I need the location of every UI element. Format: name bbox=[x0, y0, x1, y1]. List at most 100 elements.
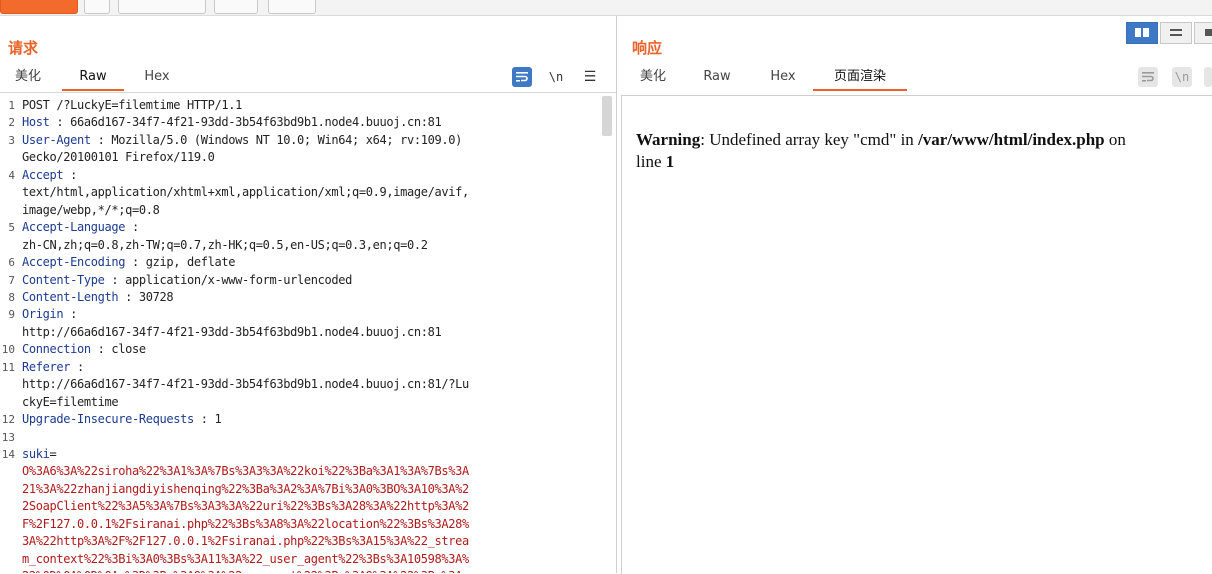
header-name: Connection bbox=[22, 342, 91, 357]
tab-response-pretty[interactable]: 美化 bbox=[629, 65, 677, 89]
response-menu-icon[interactable] bbox=[1204, 67, 1212, 87]
layout-stacked-button[interactable] bbox=[1160, 22, 1192, 44]
request-line: 2SoapClient%22%3A5%3A%7Bs%3A3%3A%22uri%2… bbox=[22, 499, 469, 514]
request-line: suki= bbox=[22, 447, 57, 461]
request-line: http://66a6d167-34f7-4f21-93dd-3b54f63bd… bbox=[22, 324, 442, 339]
newline-icon[interactable]: \n bbox=[546, 67, 566, 87]
header-value: : bbox=[63, 167, 77, 182]
line-number: 2 bbox=[8, 116, 15, 130]
request-editor[interactable]: 1 POST /?LuckyE=filemtime HTTP/1.1 2 Host :… bbox=[0, 95, 616, 573]
request-line: Content-Length : 30728 bbox=[22, 289, 174, 304]
tab-request-raw[interactable]: Raw bbox=[62, 65, 124, 91]
request-line: text/html,application/xhtml+xml,applicat… bbox=[22, 185, 469, 200]
request-line: 3A%22http%3A%2F%2F127.0.0.1%2Fsiranai.ph… bbox=[22, 534, 469, 549]
header-value: : gzip, deflate bbox=[125, 255, 236, 270]
header-name: Upgrade-Insecure-Requests bbox=[22, 412, 194, 427]
settings-button[interactable] bbox=[84, 0, 110, 14]
warning-line-word: line bbox=[636, 152, 666, 171]
request-line: User-Agent : Mozilla/5.0 (Windows NT 10.… bbox=[22, 133, 462, 147]
header-value: : 30728 bbox=[118, 289, 174, 304]
header-value: : application/x-www-form-urlencoded bbox=[104, 272, 352, 287]
header-name: Accept-Encoding bbox=[22, 255, 126, 270]
response-wrap-icon[interactable] bbox=[1138, 67, 1158, 87]
line-number: 8 bbox=[8, 290, 15, 304]
request-line: F%2F127.0.0.1%2Fsiranai.php%22%3Bs%3A8%3… bbox=[22, 516, 469, 531]
line-number: 1 bbox=[8, 99, 15, 112]
tab-response-render[interactable]: 页面渲染 bbox=[813, 65, 907, 91]
layout-split-button[interactable] bbox=[1126, 22, 1158, 44]
header-name: suki bbox=[22, 447, 50, 461]
wrap-lines-icon[interactable] bbox=[512, 67, 532, 87]
request-line: Accept : bbox=[22, 168, 77, 182]
next-button[interactable] bbox=[214, 0, 258, 14]
pane-divider[interactable] bbox=[616, 16, 617, 573]
header-name: Origin bbox=[22, 307, 64, 322]
request-title: 请求 bbox=[8, 39, 39, 57]
request-line: ckyE=filemtime bbox=[22, 394, 119, 409]
top-toolbar bbox=[0, 0, 1212, 16]
request-scrollbar[interactable] bbox=[602, 96, 612, 136]
request-line: m_context%22%3Bi%3A0%3Bs%3A11%3A%22_user… bbox=[22, 551, 469, 566]
line-number: 13 bbox=[1, 430, 15, 444]
history-button[interactable] bbox=[268, 0, 316, 14]
line-number: 6 bbox=[8, 256, 15, 270]
header-value: : bbox=[70, 359, 84, 374]
request-line: Host : 66a6d167-34f7-4f21-93dd-3b54f63bd… bbox=[22, 115, 442, 130]
request-line: zh-CN,zh;q=0.8,zh-TW;q=0.7,zh-HK;q=0.5,e… bbox=[22, 237, 428, 252]
header-value: : bbox=[63, 307, 77, 322]
header-name: Host bbox=[22, 115, 50, 130]
header-value: : 66a6d167-34f7-4f21-93dd-3b54f63bd9b1.n… bbox=[49, 115, 442, 130]
header-name: Referer bbox=[22, 359, 71, 374]
request-tab-divider bbox=[0, 92, 616, 93]
header-name: Accept-Language bbox=[22, 220, 126, 235]
warning-label: Warning bbox=[636, 130, 701, 149]
request-line: 22%0D%0A%0D%0Aa%3D%3Bs%3A9%3A%22_s_agent… bbox=[22, 569, 462, 573]
request-line: Gecko/20100101 Firefox/119.0 bbox=[22, 150, 215, 165]
header-name: User-Agent bbox=[22, 132, 91, 147]
warning-on: on bbox=[1104, 130, 1126, 149]
line-number: 3 bbox=[8, 133, 15, 147]
line-number: 5 bbox=[8, 221, 15, 235]
tab-response-raw[interactable]: Raw bbox=[693, 65, 741, 89]
header-name: Content-Type bbox=[22, 272, 105, 287]
header-name: Accept bbox=[22, 167, 64, 182]
warning-line-number: 1 bbox=[665, 152, 675, 171]
request-line: Accept-Encoding : gzip, deflate bbox=[22, 255, 235, 269]
tab-request-pretty[interactable]: 美化 bbox=[4, 65, 52, 89]
line-number: 9 bbox=[8, 308, 15, 322]
layout-single-button[interactable] bbox=[1194, 22, 1212, 44]
header-value: : 1 bbox=[193, 412, 222, 427]
php-warning-text: Warning: Undefined array key "cmd" in /v… bbox=[636, 129, 1212, 173]
request-line: image/webp,*/*;q=0.8 bbox=[22, 202, 160, 217]
menu-icon[interactable]: ☰ bbox=[580, 67, 600, 87]
line-gutter bbox=[0, 95, 18, 573]
request-line: Upgrade-Insecure-Requests : 1 bbox=[22, 412, 222, 427]
warning-path: /var/www/html/index.php bbox=[918, 130, 1105, 149]
request-line: Origin : bbox=[22, 307, 77, 321]
request-line: http://66a6d167-34f7-4f21-93dd-3b54f63bd… bbox=[22, 377, 469, 392]
response-title: 响应 bbox=[632, 39, 663, 57]
request-line: 21%3A%22zhanjiangdiyishenqing%22%3Ba%3A2… bbox=[22, 481, 469, 496]
line-number: 14 bbox=[1, 448, 15, 461]
line-number: 12 bbox=[1, 413, 15, 427]
tab-request-hex[interactable]: Hex bbox=[130, 65, 184, 89]
header-value: = bbox=[49, 447, 57, 461]
warning-message: : Undefined array key "cmd" in bbox=[700, 130, 919, 149]
header-name: Content-Length bbox=[22, 289, 119, 304]
request-line: Referer : bbox=[22, 360, 84, 374]
header-value: : close bbox=[90, 342, 146, 357]
response-tabs: 美化 Raw Hex 页面渲染 bbox=[621, 65, 1212, 91]
prev-button[interactable] bbox=[118, 0, 206, 14]
line-number: 4 bbox=[8, 168, 15, 182]
request-line: Accept-Language : bbox=[22, 220, 139, 234]
response-newline-icon[interactable]: \n bbox=[1172, 67, 1192, 87]
request-line: O%3A6%3A%22siroha%22%3A1%3A%7Bs%3A3%3A%2… bbox=[22, 464, 469, 479]
request-line: Connection : close bbox=[22, 342, 146, 356]
rendered-page: Warning: Undefined array key "cmd" in /v… bbox=[621, 95, 1212, 574]
request-line: POST /?LuckyE=filemtime HTTP/1.1 bbox=[22, 98, 242, 112]
header-value: : Mozilla/5.0 (Windows NT 10.0; Win64; x… bbox=[90, 132, 463, 147]
request-line: Content-Type : application/x-www-form-ur… bbox=[22, 273, 352, 287]
line-number: 10 bbox=[1, 343, 15, 357]
tab-response-hex[interactable]: Hex bbox=[759, 65, 807, 89]
send-button[interactable] bbox=[0, 0, 78, 14]
